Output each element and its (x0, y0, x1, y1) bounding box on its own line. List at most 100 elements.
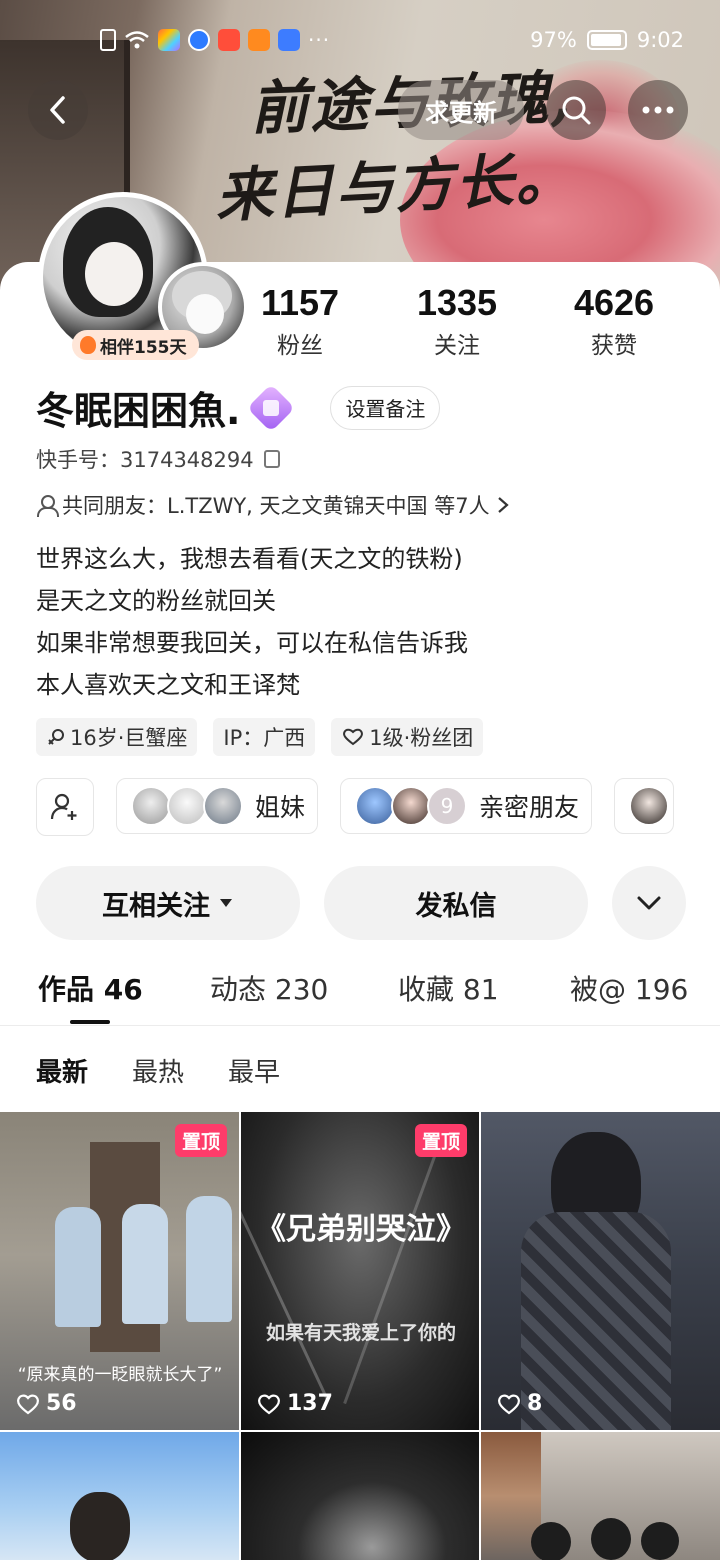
more-notifications-icon: ··· (308, 28, 331, 52)
add-user-icon (50, 793, 77, 820)
stat-following[interactable]: 1335 关注 (397, 282, 517, 360)
more-button[interactable] (628, 80, 688, 140)
add-friend-button[interactable] (36, 778, 94, 836)
group-member-avatar (167, 786, 207, 826)
video-thumbnail[interactable]: 8 (481, 1112, 720, 1430)
status-icons: ··· (100, 28, 330, 52)
fan-club-tag-text: 1级·粉丝团 (369, 726, 474, 750)
copy-icon[interactable] (263, 450, 280, 468)
back-button[interactable] (28, 80, 88, 140)
video-thumbnail[interactable] (241, 1432, 479, 1560)
bio-line: 是天之文的粉丝就回关 (36, 587, 276, 615)
gender-icon (48, 729, 64, 745)
age-tag-text: 16岁·巨蟹座 (70, 726, 188, 750)
group-member-avatar (355, 786, 396, 826)
battery-percent: 97% (530, 28, 577, 52)
age-tag: 16岁·巨蟹座 (36, 718, 198, 756)
companion-avatar-face (186, 294, 224, 334)
sort-hottest[interactable]: 最热 (132, 1052, 184, 1089)
stat-followers[interactable]: 1157 粉丝 (240, 282, 360, 360)
companion-badge[interactable]: 相伴155天 (72, 330, 199, 360)
like-count: 137 (257, 1391, 333, 1416)
search-button[interactable] (546, 80, 606, 140)
like-count-value: 56 (46, 1391, 77, 1416)
figure-decoration (122, 1204, 168, 1324)
sort-newest[interactable]: 最新 (36, 1052, 88, 1089)
stat-label: 获赞 (591, 333, 637, 359)
bio-line: 世界这么大，我想去看看(天之文的铁粉) (36, 545, 463, 573)
figure-head-decoration (531, 1522, 571, 1560)
mutual-friends-row[interactable]: 共同朋友：L.TZWY, 天之文黄锦天中国 等7人 (36, 490, 510, 520)
search-icon (562, 96, 591, 125)
app-notification-icon (158, 29, 180, 51)
like-count-value: 8 (527, 1391, 543, 1416)
figure-head-decoration (70, 1492, 130, 1560)
stat-likes[interactable]: 4626 获赞 (554, 282, 674, 360)
friend-groups: 姐妹 9 亲密朋友 (36, 778, 675, 836)
username: 冬眠困困魚. (36, 389, 241, 433)
fan-heart-icon (343, 728, 364, 746)
stat-value: 1335 (416, 282, 498, 323)
message-button[interactable]: 发私信 (324, 866, 588, 940)
app-notification-icon (218, 29, 240, 51)
tab-mentions[interactable]: 被@ 196 (570, 968, 688, 1008)
light-streak-decoration (241, 1163, 329, 1401)
figure-decoration (55, 1207, 101, 1327)
ip-tag-text: IP：广西 (223, 726, 306, 750)
group-more[interactable] (614, 778, 675, 834)
group-member-avatar (203, 786, 243, 826)
browser-notification-icon (188, 29, 210, 51)
back-arrow-icon (50, 96, 65, 124)
mutual-friends-text: 共同朋友：L.TZWY, 天之文黄锦天中国 等7人 (62, 494, 490, 518)
pinned-badge: 置顶 (174, 1124, 227, 1157)
figure-shirt-decoration (521, 1212, 671, 1430)
bio-line: 如果非常想要我回关，可以在私信告诉我 (36, 629, 468, 657)
video-thumbnail[interactable] (0, 1432, 239, 1560)
group-member-avatar (391, 786, 432, 826)
group-member-avatar (131, 786, 171, 826)
video-thumbnail[interactable] (481, 1432, 720, 1560)
kuaishou-id-row: 快手号：3174348294 (36, 444, 280, 474)
group-label: 亲密朋友 (479, 793, 580, 822)
more-dots-icon (642, 106, 674, 114)
content-tabs: 作品 46 动态 230 收藏 81 被@ 196 (0, 968, 720, 1026)
tab-favorites[interactable]: 收藏 81 (398, 968, 499, 1008)
follow-button-label: 互相关注 (102, 890, 210, 922)
group-label: 姐妹 (255, 793, 306, 822)
kuaishou-id: 快手号：3174348294 (36, 448, 254, 472)
expand-button[interactable] (612, 866, 686, 940)
pinned-badge: 置顶 (414, 1124, 467, 1157)
chevron-right-icon (497, 497, 509, 513)
set-remark-button[interactable]: 设置备注 (330, 385, 441, 430)
follow-button[interactable]: 互相关注 (36, 866, 300, 940)
caret-down-icon (220, 899, 232, 907)
profile-tags: 16岁·巨蟹座 IP：广西 1级·粉丝团 (36, 718, 484, 756)
avatar-face (85, 242, 143, 306)
video-thumbnail[interactable]: 置顶 《兄弟别哭泣》 如果有天我爱上了你的 137 (241, 1112, 479, 1430)
wifi-icon (124, 30, 150, 50)
stat-label: 粉丝 (277, 333, 323, 359)
stat-value: 4626 (573, 282, 655, 323)
tab-moments[interactable]: 动态 230 (210, 968, 328, 1008)
figure-head-decoration (591, 1518, 631, 1560)
tab-active-indicator (70, 1020, 110, 1024)
group-more-count: 9 (427, 786, 468, 826)
level-badge-icon[interactable] (247, 383, 296, 432)
status-bar: ··· 97% 9:02 (0, 24, 720, 60)
ip-tag: IP：广西 (213, 718, 316, 756)
video-thumbnail[interactable]: 置顶 “原来真的一眨眼就长大了” 56 (0, 1112, 239, 1430)
group-sisters[interactable]: 姐妹 (116, 778, 319, 834)
clock: 9:02 (636, 28, 684, 52)
heart-icon (17, 1394, 39, 1414)
sim-icon (100, 29, 116, 51)
request-update-button[interactable]: 求更新 (398, 80, 524, 140)
group-close-friends[interactable]: 9 亲密朋友 (340, 778, 593, 834)
tab-works[interactable]: 作品 46 (38, 968, 143, 1008)
fan-club-tag[interactable]: 1级·粉丝团 (331, 718, 484, 756)
bio: 世界这么大，我想去看看(天之文的铁粉) 是天之文的粉丝就回关 如果非常想要我回关… (36, 538, 468, 706)
chevron-down-icon (637, 896, 661, 910)
video-notification-icon (248, 29, 270, 51)
sort-earliest[interactable]: 最早 (228, 1052, 280, 1089)
heart-icon (498, 1394, 520, 1414)
like-count: 56 (16, 1391, 77, 1416)
